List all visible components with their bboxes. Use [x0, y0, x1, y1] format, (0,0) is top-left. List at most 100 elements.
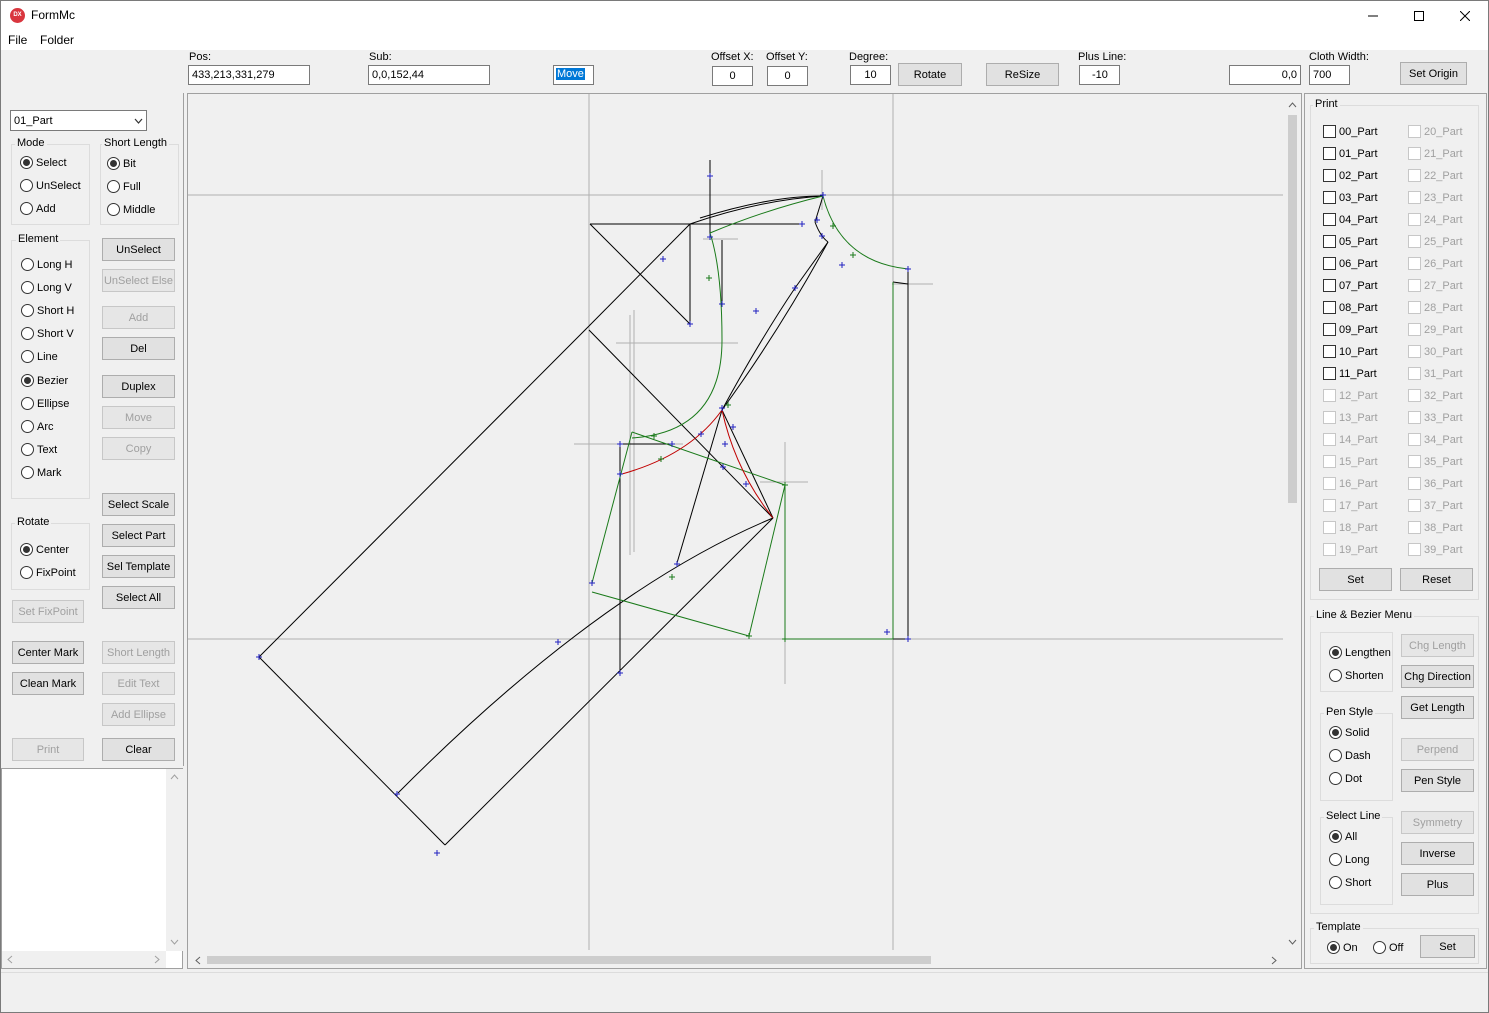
- scroll-down-icon[interactable]: [1288, 939, 1297, 945]
- perpend-button[interactable]: Perpend: [1401, 738, 1474, 761]
- element-long-v-radio[interactable]: Long V: [21, 281, 72, 294]
- pattern-drawing[interactable]: [188, 94, 1301, 968]
- short-length-button[interactable]: Short Length: [102, 641, 175, 664]
- close-button[interactable]: [1442, 1, 1488, 30]
- set-fixpoint-button[interactable]: Set FixPoint: [12, 600, 84, 623]
- print-part-checkbox[interactable]: 38_Part: [1408, 521, 1463, 534]
- offset-y-field[interactable]: 0: [767, 66, 808, 86]
- set-origin-button[interactable]: Set Origin: [1400, 62, 1467, 85]
- print-part-checkbox[interactable]: 31_Part: [1408, 367, 1463, 380]
- menu-folder[interactable]: Folder: [40, 33, 74, 47]
- print-part-checkbox[interactable]: 32_Part: [1408, 389, 1463, 402]
- chg-length-button[interactable]: Chg Length: [1401, 634, 1474, 657]
- edit-text-button[interactable]: Edit Text: [102, 672, 175, 695]
- sub-field[interactable]: 0,0,152,44: [368, 65, 490, 85]
- mode-select-radio[interactable]: Select: [20, 156, 67, 169]
- del-button[interactable]: Del: [102, 337, 175, 360]
- scroll-left-icon[interactable]: [7, 955, 13, 964]
- mode-unselect-radio[interactable]: UnSelect: [20, 179, 81, 192]
- scroll-up-icon[interactable]: [170, 774, 179, 780]
- select-line-all-radio[interactable]: All: [1329, 830, 1357, 843]
- unselect-else-button[interactable]: UnSelect Else: [102, 269, 175, 292]
- print-part-checkbox[interactable]: 01_Part: [1323, 147, 1378, 160]
- print-part-checkbox[interactable]: 10_Part: [1323, 345, 1378, 358]
- center-mark-button[interactable]: Center Mark: [12, 641, 84, 664]
- origin-field[interactable]: 0,0: [1229, 65, 1301, 85]
- print-part-checkbox[interactable]: 33_Part: [1408, 411, 1463, 424]
- cloth-width-field[interactable]: 700: [1309, 65, 1350, 85]
- print-part-checkbox[interactable]: 19_Part: [1323, 543, 1378, 556]
- element-mark-radio[interactable]: Mark: [21, 466, 61, 479]
- print-part-checkbox[interactable]: 29_Part: [1408, 323, 1463, 336]
- print-part-checkbox[interactable]: 25_Part: [1408, 235, 1463, 248]
- element-short-h-radio[interactable]: Short H: [21, 304, 74, 317]
- resize-button[interactable]: ReSize: [986, 63, 1059, 86]
- menu-file[interactable]: File: [8, 33, 27, 47]
- select-line-short-radio[interactable]: Short: [1329, 876, 1371, 889]
- print-part-checkbox[interactable]: 36_Part: [1408, 477, 1463, 490]
- print-part-checkbox[interactable]: 11_Part: [1323, 367, 1377, 380]
- print-part-checkbox[interactable]: 12_Part: [1323, 389, 1378, 402]
- rotate-fixpoint-radio[interactable]: FixPoint: [20, 566, 76, 579]
- select-line-long-radio[interactable]: Long: [1329, 853, 1369, 866]
- scroll-up-icon[interactable]: [1288, 102, 1297, 108]
- print-part-checkbox[interactable]: 06_Part: [1323, 257, 1378, 270]
- canvas-vscrollbar[interactable]: [1284, 94, 1301, 952]
- chg-direction-button[interactable]: Chg Direction: [1401, 665, 1474, 688]
- mode-field[interactable]: Move: [553, 65, 594, 85]
- print-button[interactable]: Print: [12, 738, 84, 761]
- print-set-button[interactable]: Set: [1319, 568, 1392, 591]
- print-part-checkbox[interactable]: 27_Part: [1408, 279, 1463, 292]
- print-part-checkbox[interactable]: 24_Part: [1408, 213, 1463, 226]
- select-all-button[interactable]: Select All: [102, 586, 175, 609]
- print-part-checkbox[interactable]: 03_Part: [1323, 191, 1378, 204]
- sel-template-button[interactable]: Sel Template: [102, 555, 175, 578]
- lengthen-radio[interactable]: Lengthen: [1329, 646, 1391, 659]
- element-text-radio[interactable]: Text: [21, 443, 57, 456]
- pen-solid-radio[interactable]: Solid: [1329, 726, 1369, 739]
- add-ellipse-button[interactable]: Add Ellipse: [102, 703, 175, 726]
- print-part-checkbox[interactable]: 02_Part: [1323, 169, 1378, 182]
- get-length-button[interactable]: Get Length: [1401, 696, 1474, 719]
- log-textarea[interactable]: [1, 768, 183, 969]
- template-set-button[interactable]: Set: [1420, 935, 1475, 958]
- print-part-checkbox[interactable]: 23_Part: [1408, 191, 1463, 204]
- clean-mark-button[interactable]: Clean Mark: [12, 672, 84, 695]
- print-part-checkbox[interactable]: 22_Part: [1408, 169, 1463, 182]
- print-part-checkbox[interactable]: 18_Part: [1323, 521, 1378, 534]
- print-part-checkbox[interactable]: 00_Part: [1323, 125, 1378, 138]
- print-part-checkbox[interactable]: 30_Part: [1408, 345, 1463, 358]
- scroll-left-icon[interactable]: [195, 956, 201, 965]
- log-hscrollbar[interactable]: [2, 951, 166, 968]
- pos-field[interactable]: 433,213,331,279: [188, 65, 310, 85]
- template-on-radio[interactable]: On: [1327, 941, 1358, 954]
- print-part-checkbox[interactable]: 16_Part: [1323, 477, 1378, 490]
- pen-dash-radio[interactable]: Dash: [1329, 749, 1371, 762]
- plus-line-field[interactable]: -10: [1079, 65, 1120, 85]
- short-length-bit-radio[interactable]: Bit: [107, 157, 136, 170]
- print-part-checkbox[interactable]: 26_Part: [1408, 257, 1463, 270]
- element-arc-radio[interactable]: Arc: [21, 420, 54, 433]
- print-part-checkbox[interactable]: 04_Part: [1323, 213, 1378, 226]
- canvas-vscroll-thumb[interactable]: [1288, 115, 1297, 503]
- print-part-checkbox[interactable]: 20_Part: [1408, 125, 1463, 138]
- unselect-button[interactable]: UnSelect: [102, 238, 175, 261]
- plus-button[interactable]: Plus: [1401, 873, 1474, 896]
- pen-dot-radio[interactable]: Dot: [1329, 772, 1362, 785]
- print-part-checkbox[interactable]: 35_Part: [1408, 455, 1463, 468]
- print-part-checkbox[interactable]: 13_Part: [1323, 411, 1378, 424]
- pattern-canvas[interactable]: [187, 93, 1302, 969]
- print-part-checkbox[interactable]: 07_Part: [1323, 279, 1378, 292]
- print-part-checkbox[interactable]: 15_Part: [1323, 455, 1378, 468]
- print-part-checkbox[interactable]: 08_Part: [1323, 301, 1378, 314]
- symmetry-button[interactable]: Symmetry: [1401, 811, 1474, 834]
- canvas-hscrollbar[interactable]: [188, 952, 1284, 968]
- move-button[interactable]: Move: [102, 406, 175, 429]
- select-scale-button[interactable]: Select Scale: [102, 493, 175, 516]
- part-select[interactable]: 01_Part: [10, 110, 147, 131]
- copy-button[interactable]: Copy: [102, 437, 175, 460]
- short-length-full-radio[interactable]: Full: [107, 180, 141, 193]
- shorten-radio[interactable]: Shorten: [1329, 669, 1384, 682]
- duplex-button[interactable]: Duplex: [102, 375, 175, 398]
- scroll-right-icon[interactable]: [1271, 956, 1277, 965]
